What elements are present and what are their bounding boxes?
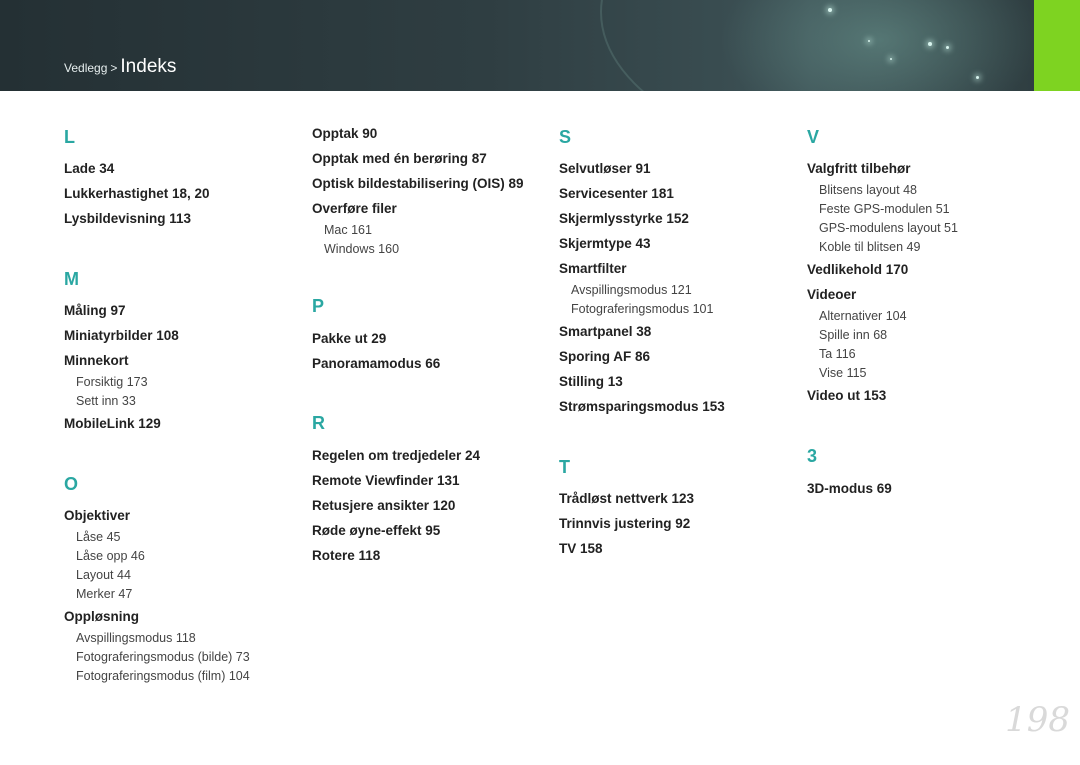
index-subentry[interactable]: GPS-modulens layout 51 bbox=[819, 221, 958, 235]
index-entry[interactable]: Smartfilter bbox=[559, 261, 627, 276]
index-entry[interactable]: Stilling 13 bbox=[559, 374, 623, 389]
index-entry[interactable]: Røde øyne-effekt 95 bbox=[312, 523, 440, 538]
index-entry[interactable]: Smartpanel 38 bbox=[559, 324, 651, 339]
index-subentry[interactable]: Spille inn 68 bbox=[819, 328, 887, 342]
index-subentry[interactable]: Avspillingsmodus 118 bbox=[76, 631, 196, 645]
index-entry[interactable]: Overføre filer bbox=[312, 201, 397, 216]
header-sparkle bbox=[890, 58, 892, 60]
index-entry[interactable]: Skjermlysstyrke 152 bbox=[559, 211, 689, 226]
index-entry[interactable]: Selvutløser 91 bbox=[559, 161, 651, 176]
index-entry[interactable]: Minnekort bbox=[64, 353, 129, 368]
index-entry[interactable]: Trådløst nettverk 123 bbox=[559, 491, 694, 506]
index-entry[interactable]: Vedlikehold 170 bbox=[807, 262, 908, 277]
index-entry[interactable]: Miniatyrbilder 108 bbox=[64, 328, 179, 343]
index-subentry[interactable]: Koble til blitsen 49 bbox=[819, 240, 920, 254]
index-entry[interactable]: 3D-modus 69 bbox=[807, 481, 892, 496]
index-entry[interactable]: Skjermtype 43 bbox=[559, 236, 651, 251]
index-subentry[interactable]: Låse 45 bbox=[76, 530, 120, 544]
index-entry[interactable]: Strømsparingsmodus 153 bbox=[559, 399, 725, 414]
section-letter: O bbox=[64, 474, 79, 494]
section-letter: S bbox=[559, 127, 572, 147]
section-letter: V bbox=[807, 127, 820, 147]
header-sparkle bbox=[828, 8, 832, 12]
index-entry[interactable]: Lukkerhastighet 18, 20 bbox=[64, 186, 210, 201]
index-entry[interactable]: Trinnvis justering 92 bbox=[559, 516, 690, 531]
index-entry[interactable]: MobileLink 129 bbox=[64, 416, 161, 431]
section-letter: 3 bbox=[807, 446, 818, 466]
index-subentry[interactable]: Alternativer 104 bbox=[819, 309, 907, 323]
index-entry[interactable]: Pakke ut 29 bbox=[312, 331, 386, 346]
index-entry[interactable]: Lade 34 bbox=[64, 161, 114, 176]
index-subentry[interactable]: Layout 44 bbox=[76, 568, 131, 582]
index-subentry[interactable]: Merker 47 bbox=[76, 587, 132, 601]
page-header: Vedlegg > Indeks bbox=[0, 0, 1080, 91]
index-subentry[interactable]: Fotograferingsmodus 101 bbox=[571, 302, 713, 316]
breadcrumb: Vedlegg > Indeks bbox=[64, 56, 176, 78]
index-entry[interactable]: Retusjere ansikter 120 bbox=[312, 498, 455, 513]
index-subentry[interactable]: Vise 115 bbox=[819, 366, 867, 380]
index-subentry[interactable]: Låse opp 46 bbox=[76, 549, 145, 563]
section-letter: T bbox=[559, 457, 570, 477]
index-subentry[interactable]: Fotograferingsmodus (film) 104 bbox=[76, 669, 250, 683]
index-entry[interactable]: Regelen om tredjedeler 24 bbox=[312, 448, 480, 463]
index-entry[interactable]: Lysbildevisning 113 bbox=[64, 211, 191, 226]
header-sparkle bbox=[928, 42, 932, 46]
breadcrumb-separator: > bbox=[110, 61, 118, 75]
header-arc bbox=[600, 0, 1080, 91]
index-entry[interactable]: Opptak 90 bbox=[312, 126, 377, 141]
section-letter: P bbox=[312, 296, 325, 316]
index-entry[interactable]: Panoramamodus 66 bbox=[312, 356, 440, 371]
index-entry[interactable]: Remote Viewfinder 131 bbox=[312, 473, 460, 488]
index-entry[interactable]: Opptak med én berøring 87 bbox=[312, 151, 487, 166]
index-subentry[interactable]: Mac 161 bbox=[324, 223, 372, 237]
index-subentry[interactable]: Fotograferingsmodus (bilde) 73 bbox=[76, 650, 250, 664]
index-subentry[interactable]: Blitsens layout 48 bbox=[819, 183, 917, 197]
header-sparkle bbox=[976, 76, 979, 79]
index-entry[interactable]: Sporing AF 86 bbox=[559, 349, 650, 364]
index-entry[interactable]: Video ut 153 bbox=[807, 388, 886, 403]
index-subentry[interactable]: Ta 116 bbox=[819, 347, 856, 361]
section-letter: M bbox=[64, 269, 79, 289]
index-entry[interactable]: TV 158 bbox=[559, 541, 603, 556]
section-letter: R bbox=[312, 413, 325, 433]
section-letter: L bbox=[64, 127, 75, 147]
index-subentry[interactable]: Feste GPS-modulen 51 bbox=[819, 202, 950, 216]
header-sparkle bbox=[946, 46, 949, 49]
breadcrumb-parent[interactable]: Vedlegg bbox=[64, 61, 107, 75]
index-entry[interactable]: Videoer bbox=[807, 287, 856, 302]
index-entry[interactable]: Måling 97 bbox=[64, 303, 126, 318]
index-entry[interactable]: Objektiver bbox=[64, 508, 130, 523]
index-entry[interactable]: Valgfritt tilbehør bbox=[807, 161, 911, 176]
index-entry[interactable]: Oppløsning bbox=[64, 609, 139, 624]
index-subentry[interactable]: Forsiktig 173 bbox=[76, 375, 148, 389]
index-subentry[interactable]: Sett inn 33 bbox=[76, 394, 136, 408]
index-entry[interactable]: Rotere 118 bbox=[312, 548, 380, 563]
section-color-tab bbox=[1034, 0, 1080, 91]
breadcrumb-current: Indeks bbox=[120, 56, 177, 77]
index-subentry[interactable]: Windows 160 bbox=[324, 242, 399, 256]
page-number: 198 bbox=[1005, 700, 1070, 740]
index-subentry[interactable]: Avspillingsmodus 121 bbox=[571, 283, 692, 297]
header-sparkle bbox=[868, 40, 870, 42]
index-entry[interactable]: Optisk bildestabilisering (OIS) 89 bbox=[312, 176, 524, 191]
index-entry[interactable]: Servicesenter 181 bbox=[559, 186, 674, 201]
